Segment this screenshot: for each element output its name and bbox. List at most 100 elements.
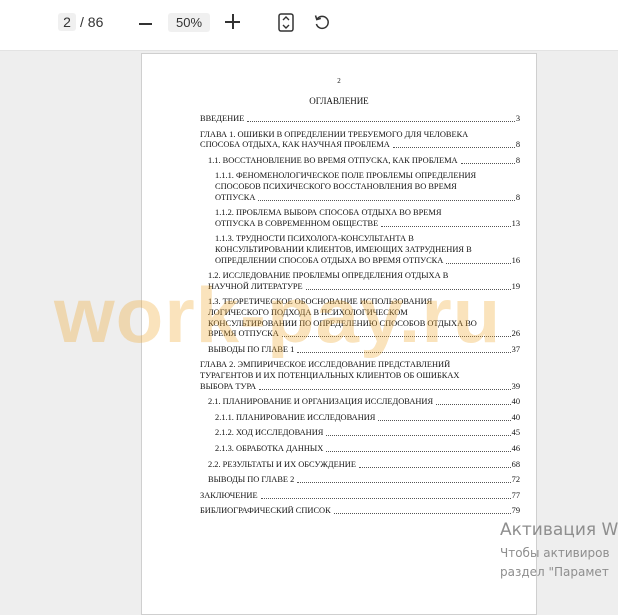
toc-page-number: 40 [511, 397, 520, 407]
toc-page-number: 45 [511, 428, 520, 438]
fit-page-icon[interactable] [278, 13, 294, 38]
toc-entry-text: 1.1.1. ФЕНОМЕНОЛОГИЧЕСКОЕ ПОЛЕ ПРОБЛЕМЫ … [215, 171, 477, 181]
toc-leader-dots [392, 140, 515, 149]
toc-entry-text: ЗАКЛЮЧЕНИЕ 77 [200, 490, 520, 502]
toc-entry-text-last: ОТПУСКА [215, 192, 258, 204]
toc-entry[interactable]: ВЫВОДЫ ПО ГЛАВЕ 2 72 [208, 475, 520, 486]
toc-leader-dots [436, 397, 511, 406]
toc-entry-text: 1.1.3. ТРУДНОСТИ ПСИХОЛОГА-КОНСУЛЬТАНТА … [215, 234, 414, 244]
zoom-level[interactable]: 50% [168, 13, 210, 32]
toc-entry[interactable]: ЗАКЛЮЧЕНИЕ 77 [200, 490, 520, 502]
activation-line: Чтобы активиров [500, 546, 610, 560]
toc-entry-text-last: ВЫВОДЫ ПО ГЛАВЕ 2 [208, 475, 297, 486]
toc-entry-text: ВВЕДЕНИЕ 3 [200, 114, 520, 125]
toc-entry-text-last: ОПРЕДЕЛЕНИИ СПОСОБА ОТДЫХА ВО ВРЕМЯ ОТПУ… [215, 255, 446, 267]
toc-entry-text: БИБЛИОГРАФИЧЕСКИЙ СПИСОК 79 [200, 506, 520, 517]
toc-page-number: 3 [515, 114, 520, 123]
toc-page-number: 46 [511, 444, 520, 453]
toc-leader-dots [358, 460, 511, 468]
toc-page-number: 8 [515, 140, 520, 150]
toc-entry-text-last: 2.1.1. ПЛАНИРОВАНИЕ ИССЛЕДОВАНИЯ [215, 412, 378, 424]
toc-entry-text-last: БИБЛИОГРАФИЧЕСКИЙ СПИСОК [200, 506, 333, 517]
toc-title: ОГЛАВЛЕНИЕ [309, 96, 369, 106]
pdf-toolbar: 2 / 86 50% [0, 0, 618, 51]
toc-page-number: 72 [511, 475, 520, 485]
toc-entry-text: ОПРЕДЕЛЕНИИ СПОСОБА ОТДЫХА ВО ВРЕМЯ ОТПУ… [215, 255, 520, 267]
page-number: 2 [337, 77, 341, 85]
toc-entry-text-last: 2.2. РЕЗУЛЬТАТЫ И ИХ ОБСУЖДЕНИЕ [208, 459, 358, 471]
toc-page-number: 77 [511, 490, 520, 500]
toc-entry-text: 2.1.3. ОБРАБОТКА ДАННЫХ 46 [215, 444, 520, 455]
toc-page-number: 37 [511, 344, 520, 354]
toc-page-number: 40 [511, 412, 520, 422]
toc-page-number: 19 [511, 281, 520, 291]
page-number-input[interactable]: 2 [58, 13, 76, 31]
toc-leader-dots [460, 156, 515, 164]
toc-entry-text: ВЫБОРА ТУРА 39 [200, 381, 520, 393]
toc-page-number: 79 [511, 506, 520, 516]
toc-entry-text-last: ВЫБОРА ТУРА [200, 381, 259, 393]
toc-entry-text: СПОСОБОВ ПСИХИЧЕСКОГО ВОССТАНОВЛЕНИЯ ВО … [215, 181, 457, 191]
toc-page-number: 68 [511, 459, 520, 469]
toc-leader-dots [333, 506, 511, 515]
toc-entry[interactable]: ГЛАВА 2. ЭМПИРИЧЕСКОЕ ИССЛЕДОВАНИЕ ПРЕДС… [200, 360, 520, 393]
toc-leader-dots [260, 491, 511, 499]
toc-entry-text-last: 1.1. ВОССТАНОВЛЕНИЕ ВО ВРЕМЯ ОТПУСКА, КА… [208, 155, 460, 167]
toc-entry-text: 2.1. ПЛАНИРОВАНИЕ И ОРГАНИЗАЦИЯ ИССЛЕДОВ… [208, 397, 520, 408]
toc-entry[interactable]: 1.1.3. ТРУДНОСТИ ПСИХОЛОГА-КОНСУЛЬТАНТА … [215, 234, 520, 267]
toc-entry[interactable]: ВВЕДЕНИЕ 3 [200, 114, 520, 125]
toc-entry-text: 1.1.2. ПРОБЛЕМА ВЫБОРА СПОСОБА ОТДЫХА ВО… [215, 208, 442, 218]
zoom-out-icon[interactable] [139, 13, 153, 33]
toc-page-number: 16 [511, 255, 520, 265]
toc-entry-text: 2.1.2. ХОД ИССЛЕДОВАНИЯ 45 [215, 428, 520, 439]
toc-page-number: 8 [515, 192, 520, 202]
toc-entry-text: ТУРАГЕНТОВ И ИХ ПОТЕНЦИАЛЬНЫХ КЛИЕНТОВ О… [200, 370, 460, 380]
toc-entry-text-last: СПОСОБА ОТДЫХА, КАК НАУЧНАЯ ПРОБЛЕМА [200, 140, 392, 151]
toc-leader-dots [326, 428, 511, 437]
toc-entry[interactable]: ГЛАВА 1. ОШИБКИ В ОПРЕДЕЛЕНИИ ТРЕБУЕМОГО… [200, 130, 520, 151]
watermark: work-pay.ru [54, 271, 502, 359]
toc-entry-text: 2.1.1. ПЛАНИРОВАНИЕ ИССЛЕДОВАНИЯ 40 [215, 412, 520, 424]
toc-leader-dots [326, 444, 511, 452]
toc-entry-text: ОТПУСКА В СОВРЕМЕННОМ ОБЩЕСТВЕ 13 [215, 218, 520, 230]
windows-activation-notice: Активация W Чтобы активиров раздел "Пара… [500, 520, 618, 579]
toc-leader-dots [258, 193, 515, 201]
toc-leader-dots [247, 114, 515, 122]
toc-entry[interactable]: 1.1.1. ФЕНОМЕНОЛОГИЧЕСКОЕ ПОЛЕ ПРОБЛЕМЫ … [215, 171, 520, 204]
toc-entry[interactable]: 1.1. ВОССТАНОВЛЕНИЕ ВО ВРЕМЯ ОТПУСКА, КА… [208, 155, 520, 167]
toc-leader-dots [259, 382, 511, 390]
toc-entry-text-last: ЗАКЛЮЧЕНИЕ [200, 490, 260, 502]
toc-page-number: 13 [511, 218, 520, 228]
toc-page-number: 39 [511, 381, 520, 391]
toc-entry-text: ГЛАВА 1. ОШИБКИ В ОПРЕДЕЛЕНИИ ТРЕБУЕМОГО… [200, 129, 469, 139]
toc-entry-text: СПОСОБА ОТДЫХА, КАК НАУЧНАЯ ПРОБЛЕМА 8 [200, 140, 520, 151]
toc-entry-text: ВЫВОДЫ ПО ГЛАВЕ 2 72 [208, 475, 520, 486]
toc-entry-text-last: 2.1.2. ХОД ИССЛЕДОВАНИЯ [215, 428, 326, 439]
toc-leader-dots [446, 256, 511, 264]
toc-entry[interactable]: 2.1. ПЛАНИРОВАНИЕ И ОРГАНИЗАЦИЯ ИССЛЕДОВ… [208, 397, 520, 408]
toc-leader-dots [297, 475, 511, 484]
toc-entry[interactable]: 2.1.2. ХОД ИССЛЕДОВАНИЯ 45 [215, 428, 520, 439]
toc-entry-text-last: ОТПУСКА В СОВРЕМЕННОМ ОБЩЕСТВЕ [215, 218, 381, 230]
toc-page-number: 26 [511, 329, 520, 339]
toc-entry[interactable]: БИБЛИОГРАФИЧЕСКИЙ СПИСОК 79 [200, 506, 520, 517]
toc-leader-dots [378, 413, 511, 421]
activation-line: раздел "Парамет [500, 565, 609, 579]
toc-entry-text: КОНСУЛЬТИРОВАНИИ КЛИЕНТОВ, ИМЕЮЩИХ ЗАТРУ… [215, 244, 472, 254]
toc-entry-text: ГЛАВА 2. ЭМПИРИЧЕСКОЕ ИССЛЕДОВАНИЕ ПРЕДС… [200, 360, 451, 370]
toc-entry-text-last: 2.1. ПЛАНИРОВАНИЕ И ОРГАНИЗАЦИЯ ИССЛЕДОВ… [208, 397, 436, 408]
total-pages: / 86 [80, 14, 104, 30]
toc-entry-text-last: 2.1.3. ОБРАБОТКА ДАННЫХ [215, 444, 326, 455]
activation-title: Активация W [500, 520, 618, 540]
toc-entry-text-last: ВВЕДЕНИЕ [200, 114, 247, 125]
toc-entry-text: 2.2. РЕЗУЛЬТАТЫ И ИХ ОБСУЖДЕНИЕ 68 [208, 459, 520, 471]
toc-entry[interactable]: 2.2. РЕЗУЛЬТАТЫ И ИХ ОБСУЖДЕНИЕ 68 [208, 459, 520, 471]
toc-leader-dots [381, 219, 511, 227]
zoom-in-icon[interactable] [225, 14, 240, 29]
toc-page-number: 8 [515, 155, 520, 165]
toc-entry[interactable]: 2.1.3. ОБРАБОТКА ДАННЫХ 46 [215, 444, 520, 455]
rotate-icon[interactable] [313, 13, 331, 36]
toc-entry[interactable]: 2.1.1. ПЛАНИРОВАНИЕ ИССЛЕДОВАНИЯ 40 [215, 412, 520, 424]
toc-entry-text: ОТПУСКА 8 [215, 192, 520, 204]
toc-entry[interactable]: 1.1.2. ПРОБЛЕМА ВЫБОРА СПОСОБА ОТДЫХА ВО… [215, 208, 520, 230]
